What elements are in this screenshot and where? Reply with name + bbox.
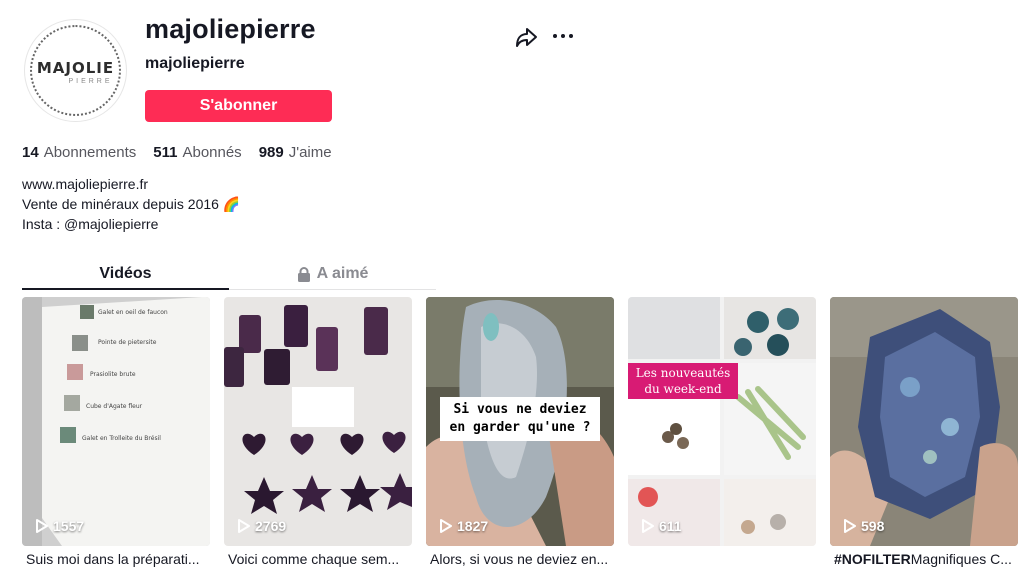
video-overlay-text: Si vous ne deviez en garder qu'une ? (440, 397, 600, 441)
video-views: 1827 (440, 518, 488, 534)
profile-username: majoliepierre (145, 14, 316, 44)
play-icon (642, 519, 654, 533)
view-count: 2769 (255, 518, 287, 534)
video-overlay-label: Les nouveautés du week-end (628, 363, 738, 399)
follow-button[interactable]: S'abonner (145, 90, 332, 122)
video-card[interactable]: Galet en oeil de faucon Pointe de pieter… (22, 297, 210, 546)
video-thumbnail (830, 297, 1018, 546)
view-count: 611 (659, 518, 682, 534)
video-caption[interactable]: #NOFILTERMagnifiques C... (830, 551, 1018, 567)
view-count: 598 (861, 518, 885, 534)
stat-following[interactable]: 14 Abonnements (22, 144, 136, 161)
thumb-text-1: Galet en oeil de faucon (98, 309, 168, 316)
video-views: 1557 (36, 518, 84, 534)
video-card[interactable]: Si vous ne deviez en garder qu'une ? 182… (426, 297, 614, 546)
play-icon (36, 519, 48, 533)
view-count: 1557 (53, 518, 85, 534)
tab-liked-label: A aimé (316, 265, 369, 282)
video-thumbnail (224, 297, 412, 546)
following-label: Abonnements (43, 144, 137, 161)
play-icon (238, 519, 250, 533)
tab-liked[interactable]: A aimé (229, 259, 436, 289)
video-thumbnail (628, 297, 816, 546)
profile-avatar: MAJOLIE PIERRE (24, 19, 127, 122)
video-caption-text: Magnifiques C... (910, 551, 1012, 567)
video-card[interactable]: 598 (830, 297, 1018, 546)
thumb-text-2: Pointe de pietersite (98, 339, 157, 346)
play-icon (844, 519, 856, 533)
stat-followers[interactable]: 511 Abonnés (153, 144, 241, 161)
followers-count: 511 (153, 144, 178, 161)
video-card[interactable]: 2769 (224, 297, 412, 546)
video-card[interactable]: Les nouveautés du week-end 611 (628, 297, 816, 546)
followers-label: Abonnés (182, 144, 242, 161)
bio-description: Vente de minéraux depuis 2016 🌈 (22, 196, 241, 212)
bio-website: www.majoliepierre.fr (22, 176, 149, 192)
profile-tabs: Vidéos A aimé (22, 259, 436, 291)
thumb-text-4: Cube d'Agate fleur (86, 403, 143, 410)
lock-icon (297, 266, 310, 282)
stat-likes: 989 J'aime (259, 144, 332, 161)
likes-count: 989 (258, 144, 284, 161)
avatar-logo-text: MAJOLIE (36, 59, 115, 77)
likes-label: J'aime (288, 144, 332, 161)
video-thumbnail (22, 297, 210, 546)
profile-nickname: majoliepierre (145, 55, 245, 72)
tab-divider (229, 289, 436, 290)
following-count: 14 (22, 144, 39, 161)
video-views: 598 (844, 518, 884, 534)
video-caption-hashtag: #NOFILTER (834, 551, 911, 567)
video-caption[interactable]: Suis moi dans la préparati... (22, 551, 210, 567)
profile-stats: 14 Abonnements 511 Abonnés 989 J'aime (22, 144, 332, 161)
bio-instagram: Insta : @majoliepierre (22, 216, 159, 232)
view-count: 1827 (457, 518, 489, 534)
more-dots-icon[interactable] (551, 25, 575, 47)
thumb-text-3: Prasiolite brute (90, 371, 136, 378)
avatar-logo-subtext: PIERRE (68, 78, 113, 85)
video-caption[interactable]: Voici comme chaque sem... (224, 551, 412, 567)
video-views: 2769 (238, 518, 286, 534)
video-caption[interactable]: Alors, si vous ne deviez en... (426, 551, 614, 567)
tab-videos[interactable]: Vidéos (22, 259, 229, 289)
play-icon (440, 519, 452, 533)
share-arrow-icon[interactable] (514, 26, 538, 48)
video-views: 611 (642, 518, 682, 534)
tab-active-indicator (22, 288, 229, 290)
thumb-text-5: Galet en Trolleite du Brésil (82, 435, 161, 442)
profile-bio: www.majoliepierre.fr Vente de minéraux d… (22, 174, 240, 234)
